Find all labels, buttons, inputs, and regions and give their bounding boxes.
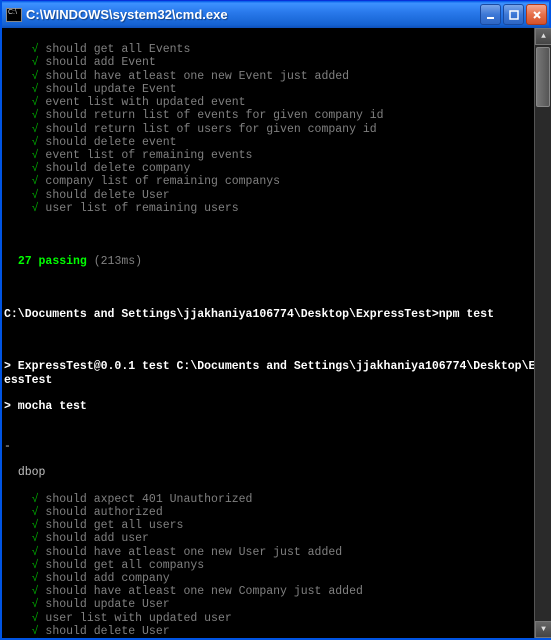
test-name: should delete event bbox=[39, 136, 177, 149]
mocha-line: > mocha test bbox=[4, 400, 549, 413]
checkmark-icon: √ bbox=[32, 149, 39, 162]
checkmark-icon: √ bbox=[32, 175, 39, 188]
checkmark-icon: √ bbox=[32, 56, 39, 69]
checkmark-icon: √ bbox=[32, 123, 39, 136]
test-name: event list with updated event bbox=[39, 96, 246, 109]
spinner: - bbox=[4, 440, 549, 453]
checkmark-icon: √ bbox=[32, 572, 39, 585]
scroll-up-button[interactable]: ▲ bbox=[535, 28, 551, 45]
checkmark-icon: √ bbox=[32, 83, 39, 96]
test-result-line: √ should axpect 401 Unauthorized bbox=[4, 493, 549, 506]
checkmark-icon: √ bbox=[32, 625, 39, 638]
test-name: should update User bbox=[39, 598, 170, 611]
minimize-button[interactable] bbox=[480, 4, 501, 25]
test-result-line: √ company list of remaining companys bbox=[4, 175, 549, 188]
test-result-line: √ should get all users bbox=[4, 519, 549, 532]
test-result-line: √ should return list of events for given… bbox=[4, 109, 549, 122]
test-result-line: √ should return list of users for given … bbox=[4, 123, 549, 136]
close-button[interactable] bbox=[526, 4, 547, 25]
pass-count: 27 passing bbox=[18, 255, 87, 268]
pass-time: (213ms) bbox=[94, 255, 142, 268]
vertical-scrollbar[interactable]: ▲ ▼ bbox=[534, 28, 551, 638]
terminal-output[interactable]: √ should get all Events √ should add Eve… bbox=[2, 28, 549, 638]
test-name: should update Event bbox=[39, 83, 177, 96]
test-name: event list of remaining events bbox=[39, 149, 253, 162]
test-name: user list with updated user bbox=[39, 612, 232, 625]
test-name: should authorized bbox=[39, 506, 163, 519]
test-result-line: √ should update User bbox=[4, 598, 549, 611]
checkmark-icon: √ bbox=[32, 189, 39, 202]
test-name: should have atleast one new User just ad… bbox=[39, 546, 343, 559]
test-name: should add user bbox=[39, 532, 149, 545]
test-name: should return list of users for given co… bbox=[39, 123, 377, 136]
checkmark-icon: √ bbox=[32, 136, 39, 149]
checkmark-icon: √ bbox=[32, 546, 39, 559]
scroll-down-button[interactable]: ▼ bbox=[535, 621, 551, 638]
maximize-button[interactable] bbox=[503, 4, 524, 25]
test-result-line: √ event list of remaining events bbox=[4, 149, 549, 162]
test-result-line: √ should delete User bbox=[4, 625, 549, 638]
checkmark-icon: √ bbox=[32, 202, 39, 215]
test-result-line: √ should get all companys bbox=[4, 559, 549, 572]
suite-name: dbop bbox=[18, 466, 46, 479]
test-result-line: √ should add user bbox=[4, 532, 549, 545]
window-buttons bbox=[480, 4, 547, 25]
npm-runner-line: > ExpressTest@0.0.1 test C:\Documents an… bbox=[4, 360, 549, 386]
checkmark-icon: √ bbox=[32, 70, 39, 83]
test-name: should return list of events for given c… bbox=[39, 109, 384, 122]
test-result-line: √ should update Event bbox=[4, 83, 549, 96]
test-name: should get all users bbox=[39, 519, 184, 532]
titlebar[interactable]: C:\WINDOWS\system32\cmd.exe bbox=[2, 0, 549, 28]
test-result-line: √ should add Event bbox=[4, 56, 549, 69]
checkmark-icon: √ bbox=[32, 43, 39, 56]
checkmark-icon: √ bbox=[32, 598, 39, 611]
test-name: should add company bbox=[39, 572, 170, 585]
test-name: should axpect 401 Unauthorized bbox=[39, 493, 253, 506]
scroll-thumb[interactable] bbox=[536, 47, 550, 107]
test-name: should add Event bbox=[39, 56, 156, 69]
test-name: should have atleast one new Company just… bbox=[39, 585, 363, 598]
checkmark-icon: √ bbox=[32, 493, 39, 506]
test-result-line: √ event list with updated event bbox=[4, 96, 549, 109]
checkmark-icon: √ bbox=[32, 585, 39, 598]
test-result-line: √ user list of remaining users bbox=[4, 202, 549, 215]
test-name: should have atleast one new Event just a… bbox=[39, 70, 350, 83]
test-result-line: √ should delete event bbox=[4, 136, 549, 149]
checkmark-icon: √ bbox=[32, 96, 39, 109]
test-name: should delete company bbox=[39, 162, 191, 175]
prompt-line: C:\Documents and Settings\jjakhaniya1067… bbox=[4, 308, 549, 321]
checkmark-icon: √ bbox=[32, 519, 39, 532]
test-result-line: √ should have atleast one new Company ju… bbox=[4, 585, 549, 598]
test-result-line: √ user list with updated user bbox=[4, 612, 549, 625]
test-name: company list of remaining companys bbox=[39, 175, 281, 188]
cmd-window: C:\WINDOWS\system32\cmd.exe √ should get… bbox=[0, 0, 551, 640]
test-result-line: √ should add company bbox=[4, 572, 549, 585]
checkmark-icon: √ bbox=[32, 612, 39, 625]
scroll-track[interactable] bbox=[535, 45, 551, 621]
test-name: should get all companys bbox=[39, 559, 205, 572]
test-result-line: √ should have atleast one new User just … bbox=[4, 546, 549, 559]
test-result-line: √ should have atleast one new Event just… bbox=[4, 70, 549, 83]
checkmark-icon: √ bbox=[32, 559, 39, 572]
test-name: user list of remaining users bbox=[39, 202, 239, 215]
test-result-line: √ should delete User bbox=[4, 189, 549, 202]
checkmark-icon: √ bbox=[32, 506, 39, 519]
test-result-line: √ should delete company bbox=[4, 162, 549, 175]
checkmark-icon: √ bbox=[32, 162, 39, 175]
test-result-line: √ should get all Events bbox=[4, 43, 549, 56]
checkmark-icon: √ bbox=[32, 532, 39, 545]
test-name: should delete User bbox=[39, 625, 170, 638]
test-result-line: √ should authorized bbox=[4, 506, 549, 519]
test-name: should delete User bbox=[39, 189, 170, 202]
test-name: should get all Events bbox=[39, 43, 191, 56]
checkmark-icon: √ bbox=[32, 109, 39, 122]
cmd-icon bbox=[6, 8, 22, 22]
window-title: C:\WINDOWS\system32\cmd.exe bbox=[26, 7, 480, 22]
